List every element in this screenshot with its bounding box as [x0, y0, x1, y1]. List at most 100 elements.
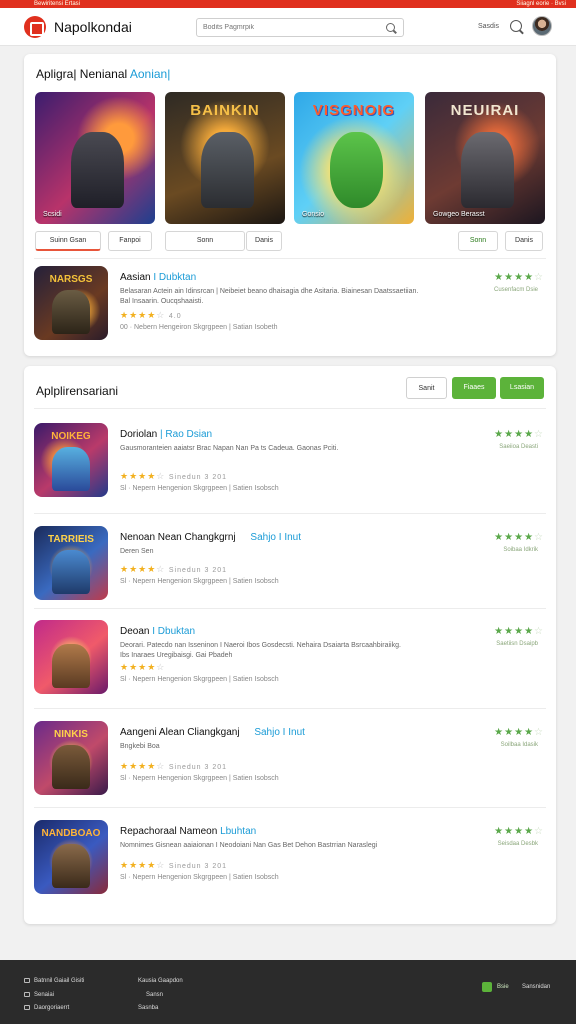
header-search-icon[interactable]	[510, 20, 522, 32]
app-name[interactable]: Repachoraal Nameon Lbuhtan	[120, 826, 256, 837]
featured-tile-3[interactable]: VISGNOIG Gonsio	[294, 92, 414, 224]
app-icon-title: NOIKEG	[51, 431, 91, 442]
list-item[interactable]: Deoan I Dbuktan Deorari. Patecdo nan Iss…	[34, 620, 546, 698]
app-desc: Nomnimes Gisnean aaiaionan I Neodoiani N…	[120, 842, 378, 849]
warrior-artwork-icon	[461, 131, 514, 209]
right-rating-label: Soibaa Idkrik	[503, 547, 538, 553]
footer-badge-label[interactable]: Bsie	[497, 984, 509, 990]
list-item[interactable]: NINKIS Aangeni Alean Cliangkganj Sahjo I…	[34, 721, 546, 799]
featured-tile-2[interactable]: BAINKIN	[165, 92, 285, 224]
featured-tile-1[interactable]: Scsidi	[35, 92, 155, 224]
app-icon-title: TARRIEIS	[48, 534, 94, 545]
featured-tile-4[interactable]: NEUIRAI Gowgeo Berasst	[425, 92, 545, 224]
footer-link-3-label: Daorgoriaerrt	[34, 1005, 70, 1012]
app-icon[interactable]: NOIKEG	[34, 423, 108, 497]
featured-title: Apligra| Nenianal Aonian|	[36, 67, 170, 81]
header-link[interactable]: Sasdis	[478, 23, 499, 30]
app-name-accent: Lbuhtan	[220, 826, 257, 837]
character-artwork-icon	[51, 446, 91, 492]
featured-title-accent[interactable]: Aonian|	[130, 67, 170, 81]
dragon-artwork-icon	[330, 131, 383, 209]
divider	[34, 513, 546, 514]
top-strip-left-text[interactable]: Bewiritensi Ertasi	[34, 0, 80, 8]
featured-tile-1-caption: Scsidi	[43, 211, 62, 218]
highlight-app-name[interactable]: Aasian I Dubktan	[120, 272, 196, 283]
app-icon[interactable]: NANDBOAO	[34, 820, 108, 894]
list-item[interactable]: TARRIEIS Nenoan Nean Changkgrnj Sahjo I …	[34, 526, 546, 604]
app-logo-icon[interactable]	[24, 16, 46, 38]
featured-title-prefix: Apligra| Nenianal	[36, 67, 128, 81]
character-artwork-icon	[51, 549, 91, 595]
avatar[interactable]	[532, 16, 552, 36]
highlight-app-row[interactable]: NARSGS Aasian I Dubktan Belasaran Actein…	[34, 266, 546, 344]
footer-link-1-label: Batnnil Gaiail Gisiti	[34, 978, 85, 985]
app-name[interactable]: Aangeni Alean Cliangkganj Sahjo I Inut	[120, 727, 305, 738]
filter-chip-3[interactable]: Sonn	[165, 231, 245, 251]
footer-link-2[interactable]: Senaiai	[24, 992, 54, 998]
footer: Batnnil Gaiail Gisiti Senaiai Daorgoriae…	[0, 960, 576, 1024]
doc-icon	[24, 1005, 30, 1010]
right-star-rating: ★★★★☆	[494, 429, 544, 440]
app-name-prefix: Aangeni Alean Cliangkganj	[120, 727, 240, 738]
footer-link-4[interactable]: Kausia Gaapdon	[138, 978, 183, 984]
top-strip: Bewiritensi Ertasi Siiagnl eorie · Bvsi	[0, 0, 576, 8]
install-button[interactable]: Lsasian	[500, 377, 544, 399]
app-icon[interactable]: TARRIEIS	[34, 526, 108, 600]
filter-chip-1[interactable]: Suinn Gsan	[35, 231, 101, 251]
footer-link-5[interactable]: Sansn	[146, 992, 163, 998]
list-item[interactable]: NANDBOAO Repachoraal Nameon Lbuhtan Nomn…	[34, 820, 546, 898]
hero-artwork-icon	[51, 289, 91, 335]
right-star-rating: ★★★★☆	[494, 826, 544, 837]
robot-artwork-icon	[201, 131, 254, 209]
rating-text: Sinedun 3 201	[168, 474, 228, 481]
featured-card: Apligra| Nenianal Aonian| Scsidi BAINKIN…	[24, 54, 556, 356]
list-item[interactable]: NOIKEG Doriolan | Rao Dsian Gausmorantei…	[34, 423, 546, 501]
footer-link-6[interactable]: Sasnba	[138, 1005, 158, 1011]
star-rating: ★★★★☆	[120, 662, 166, 672]
app-name[interactable]: Deoan I Dbuktan	[120, 626, 195, 637]
featured-tile-2-title: BAINKIN	[190, 102, 260, 119]
divider	[34, 258, 546, 259]
search-input[interactable]	[203, 21, 373, 34]
highlight-app-icon[interactable]: NARSGS	[34, 266, 108, 340]
star-rating: ★★★★☆ Sinedun 3 201	[120, 564, 228, 574]
app-name-prefix: Deoan	[120, 626, 150, 637]
right-rating-label: Saetiisn Dsaipb	[496, 641, 538, 647]
filter-chip-4[interactable]: Danis	[246, 231, 282, 251]
featured-tile-4-title: NEUIRAI	[450, 102, 520, 119]
right-rating-label: Saeiioa Deasti	[499, 444, 538, 450]
featured-tile-3-title: VISGNOIG	[312, 102, 396, 119]
footer-badge-text[interactable]: Sansnidan	[522, 984, 550, 990]
star-rating: ★★★★☆ 4.0	[120, 310, 182, 320]
filter-chip-5[interactable]: Sonn	[458, 231, 498, 251]
character-artwork-icon	[51, 643, 91, 689]
footer-link-3[interactable]: Daorgoriaerrt	[24, 1005, 69, 1011]
app-icon[interactable]	[34, 620, 108, 694]
search-box[interactable]	[196, 18, 404, 37]
top-strip-right-text[interactable]: Siiagnl eorie · Bvsi	[516, 0, 566, 8]
highlight-app-name-prefix: Aasian	[120, 272, 151, 283]
footer-link-2-label: Senaiai	[34, 992, 55, 999]
app-name[interactable]: Doriolan | Rao Dsian	[120, 429, 212, 440]
filter-chip-2[interactable]: Fanpoi	[108, 231, 152, 251]
mail-icon	[24, 978, 30, 983]
footer-link-1[interactable]: Batnnil Gaiail Gisiti	[24, 978, 84, 984]
app-meta: Sl · Nepern Hengenion Skgrgpeen | Satien…	[120, 578, 279, 585]
right-star-rating: ★★★★☆	[494, 532, 544, 543]
search-icon[interactable]	[386, 23, 395, 32]
featured-tile-4-caption: Gowgeo Berasst	[433, 211, 485, 218]
highlight-app-desc: Belasaran Actein ain Idinsrcan | Neibeie…	[120, 288, 419, 305]
star-rating: ★★★★☆ Sinedun 3 201	[120, 471, 228, 481]
app-badge-icon[interactable]	[482, 982, 492, 992]
rating-text: Sinedun 3 201	[168, 567, 228, 574]
right-star-rating: ★★★★☆	[494, 727, 544, 738]
app-icon-title: NANDBOAO	[41, 828, 101, 839]
sort-button[interactable]: Sanit	[406, 377, 447, 399]
app-icon[interactable]: NINKIS	[34, 721, 108, 795]
filter-button[interactable]: Fiaaes	[452, 377, 496, 399]
app-name[interactable]: Nenoan Nean Changkgrnj Sahjo I Inut	[120, 532, 301, 543]
brand-name[interactable]: Napolkondai	[54, 19, 132, 35]
app-name-accent: Sahjo I Inut	[254, 727, 305, 738]
filter-chip-6[interactable]: Danis	[505, 231, 543, 251]
rating-number: 4.0	[168, 313, 182, 320]
